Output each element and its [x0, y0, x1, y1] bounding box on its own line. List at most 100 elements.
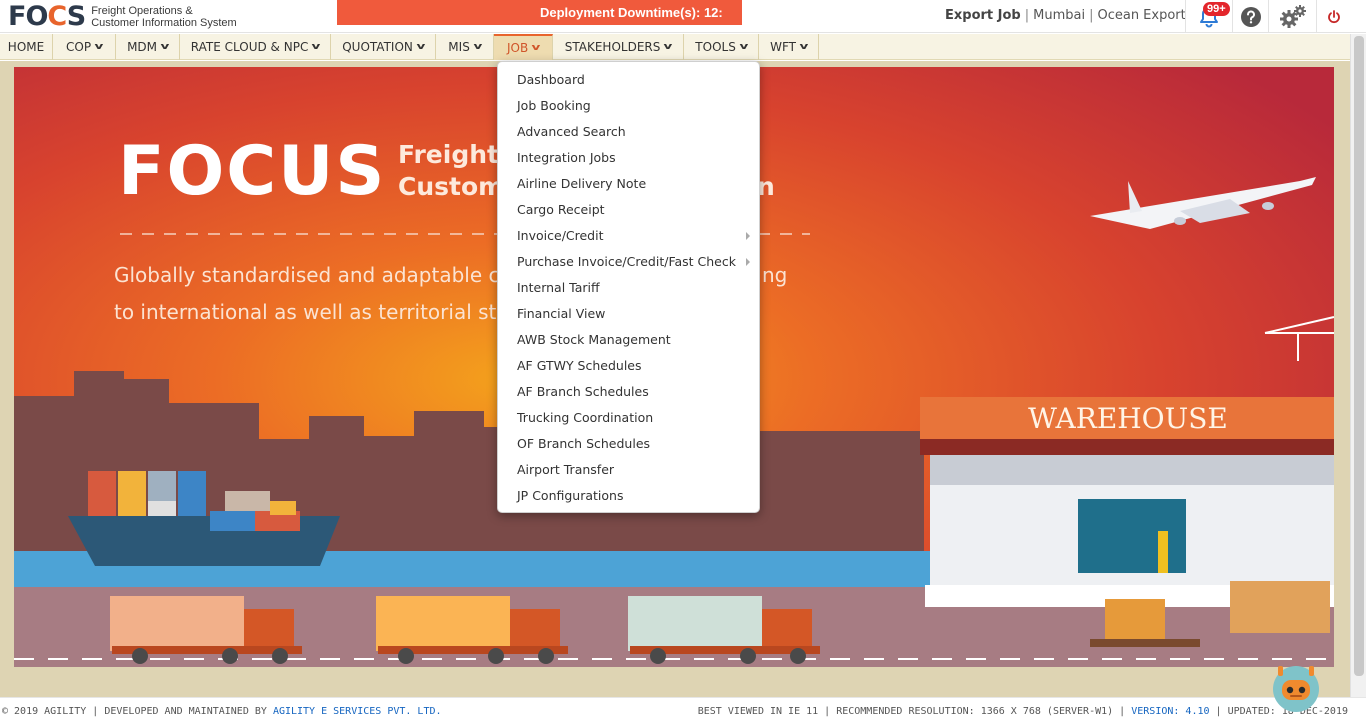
nav-item-mis[interactable]: MIS v: [436, 34, 494, 60]
chevron-down-icon: v: [94, 42, 104, 52]
menu-item-financial-view[interactable]: Financial View: [498, 301, 759, 327]
menu-item-label: Airport Transfer: [517, 462, 615, 477]
chevron-down-icon: v: [739, 42, 749, 52]
chevron-down-icon: v: [799, 42, 809, 52]
hero-tagline-tail: ng: [762, 263, 787, 287]
hero-logo: FOCUS: [118, 132, 386, 211]
footer-developer-link[interactable]: AGILITY E SERVICES PVT. LTD.: [273, 706, 442, 717]
job-dropdown-menu: Dashboard Job Booking Advanced Search In…: [497, 61, 760, 513]
chevron-down-icon: v: [473, 42, 483, 52]
nav-item-label: RATE CLOUD & NPC: [190, 40, 309, 54]
nav-item-wft[interactable]: WFT v: [759, 34, 819, 60]
footer-left: © 2019 AGILITY | DEVELOPED AND MAINTAINE…: [2, 706, 442, 717]
menu-item-label: Purchase Invoice/Credit/Fast Check: [517, 254, 736, 269]
nav-item-rate-cloud[interactable]: RATE CLOUD & NPC v: [180, 34, 331, 60]
top-bar: FOCS Freight Operations & Customer Infor…: [0, 0, 1366, 33]
banner-text: Deployment Downtime(s): 12:: [540, 5, 723, 20]
menu-item-label: Internal Tariff: [517, 280, 600, 295]
chevron-down-icon: v: [416, 42, 426, 52]
menu-item-airport-transfer[interactable]: Airport Transfer: [498, 457, 759, 483]
menu-item-airline-delivery-note[interactable]: Airline Delivery Note: [498, 171, 759, 197]
gears-icon: [1279, 4, 1306, 28]
nav-item-stakeholders[interactable]: STAKEHOLDERS v: [553, 34, 684, 60]
nav-item-label: JOB: [506, 41, 529, 55]
warehouse-sign: WAREHOUSE: [1028, 402, 1228, 435]
menu-item-trucking-coordination[interactable]: Trucking Coordination: [498, 405, 759, 431]
job-context: Export Job | Mumbai | Ocean Export: [945, 8, 1186, 23]
menu-item-label: Invoice/Credit: [517, 228, 604, 243]
menu-item-cargo-receipt[interactable]: Cargo Receipt: [498, 197, 759, 223]
menu-item-label: AF Branch Schedules: [517, 384, 649, 399]
menu-item-label: JP Configurations: [517, 488, 624, 503]
nav-item-label: STAKEHOLDERS: [564, 40, 661, 54]
logo-subtitle-line2: Customer Information System: [91, 17, 237, 29]
logout-button[interactable]: [1316, 0, 1350, 33]
nav-item-label: COP: [66, 40, 92, 54]
menu-item-af-branch-schedules[interactable]: AF Branch Schedules: [498, 379, 759, 405]
chevron-down-icon: v: [160, 42, 170, 52]
nav-item-label: MIS: [448, 40, 470, 54]
menu-item-integration-jobs[interactable]: Integration Jobs: [498, 145, 759, 171]
footer-version: VERSION: 4.10: [1131, 706, 1210, 717]
menu-item-label: Integration Jobs: [517, 150, 616, 165]
menu-item-af-gtwy-schedules[interactable]: AF GTWY Schedules: [498, 353, 759, 379]
menu-item-label: AF GTWY Schedules: [517, 358, 642, 373]
menu-item-internal-tariff[interactable]: Internal Tariff: [498, 275, 759, 301]
menu-item-dashboard[interactable]: Dashboard: [498, 67, 759, 93]
context-mode[interactable]: Ocean Export: [1097, 8, 1185, 23]
menu-item-awb-stock[interactable]: AWB Stock Management: [498, 327, 759, 353]
footer-copyright: © 2019 AGILITY | DEVELOPED AND MAINTAINE…: [2, 706, 267, 717]
help-button[interactable]: [1232, 0, 1268, 33]
menu-item-label: AWB Stock Management: [517, 332, 671, 347]
menu-item-label: Cargo Receipt: [517, 202, 605, 217]
context-separator: |: [1089, 8, 1094, 23]
chevron-down-icon: v: [311, 42, 321, 52]
menu-item-job-booking[interactable]: Job Booking: [498, 93, 759, 119]
context-separator: |: [1024, 8, 1030, 23]
logo-subtitle: Freight Operations & Customer Informatio…: [91, 5, 237, 29]
nav-item-job[interactable]: JOB v: [494, 34, 553, 60]
chatbot-icon[interactable]: [1270, 662, 1322, 714]
nav-item-home[interactable]: HOME: [0, 34, 53, 60]
footer-best-viewed: BEST VIEWED IN IE 11 | RECOMMENDED RESOL…: [697, 706, 1126, 717]
scrollbar-thumb[interactable]: [1354, 36, 1364, 676]
app-logo[interactable]: FOCS Freight Operations & Customer Infor…: [8, 3, 237, 31]
nav-item-mdm[interactable]: MDM v: [116, 34, 180, 60]
menu-item-label: Trucking Coordination: [517, 410, 654, 425]
nav-item-label: WFT: [770, 40, 796, 54]
context-location[interactable]: Mumbai: [1033, 8, 1085, 23]
notification-badge: 99+: [1203, 2, 1230, 16]
logo-subtitle-line1: Freight Operations &: [91, 5, 193, 17]
menu-item-purchase-invoice[interactable]: Purchase Invoice/Credit/Fast Check: [498, 249, 759, 275]
menu-item-jp-configurations[interactable]: JP Configurations: [498, 483, 759, 509]
nav-item-cop[interactable]: COP v: [53, 34, 116, 60]
submenu-arrow-icon: [746, 232, 750, 240]
menu-item-of-branch-schedules[interactable]: OF Branch Schedules: [498, 431, 759, 457]
help-icon: [1240, 6, 1261, 27]
nav-item-label: QUOTATION: [342, 40, 413, 54]
submenu-arrow-icon: [746, 258, 750, 266]
menu-item-invoice-credit[interactable]: Invoice/Credit: [498, 223, 759, 249]
footer-right: BEST VIEWED IN IE 11 | RECOMMENDED RESOL…: [698, 706, 1348, 717]
hero-tagline-line1: Globally standardised and adaptable co: [114, 263, 512, 287]
settings-button[interactable]: [1268, 0, 1316, 33]
menu-item-advanced-search[interactable]: Advanced Search: [498, 119, 759, 145]
nav-item-label: TOOLS: [695, 40, 736, 54]
menu-item-label: Job Booking: [517, 98, 591, 113]
nav-item-tools[interactable]: TOOLS v: [684, 34, 759, 60]
deployment-banner: Deployment Downtime(s): 12:: [337, 0, 742, 25]
menu-item-label: Dashboard: [517, 72, 585, 87]
chevron-down-icon: v: [663, 42, 673, 52]
chevron-down-icon: v: [531, 43, 541, 53]
power-icon: [1327, 9, 1340, 23]
menu-item-label: Financial View: [517, 306, 606, 321]
nav-item-label: MDM: [127, 40, 158, 54]
context-job-type[interactable]: Export Job: [945, 8, 1021, 23]
page-scrollbar[interactable]: [1350, 34, 1366, 697]
menu-item-label: Airline Delivery Note: [517, 176, 647, 191]
page-footer: © 2019 AGILITY | DEVELOPED AND MAINTAINE…: [0, 697, 1366, 724]
nav-item-label: HOME: [7, 40, 45, 54]
hero-tagline-line2: to international as well as territorial …: [114, 300, 509, 324]
menu-item-label: Advanced Search: [517, 124, 626, 139]
nav-item-quotation[interactable]: QUOTATION v: [331, 34, 436, 60]
